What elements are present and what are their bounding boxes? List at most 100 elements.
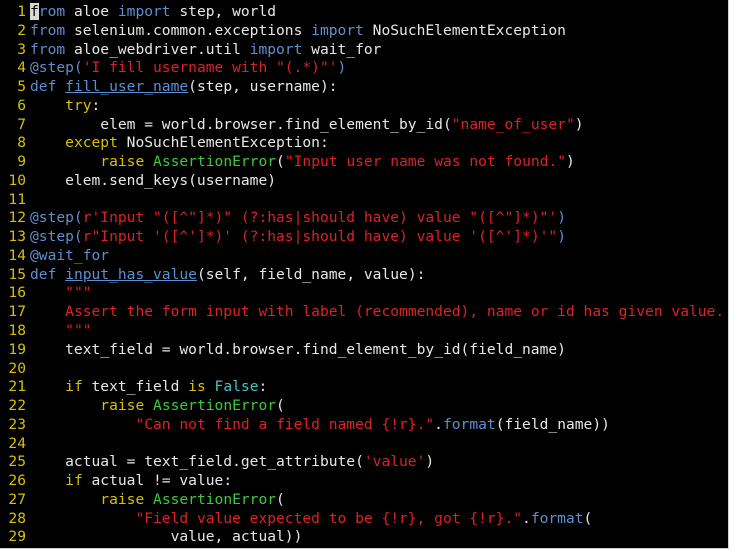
code-token-plain: ) xyxy=(566,153,575,171)
code-line[interactable]: 22 raise AssertionError( xyxy=(0,397,728,416)
code-line[interactable]: 28 "Field value expected to be {!r}, got… xyxy=(0,510,728,529)
code-token-keyword2: if xyxy=(65,472,83,490)
code-line[interactable]: 19 text_field = world.browser.find_eleme… xyxy=(0,341,728,360)
code-line[interactable]: 17 Assert the form input with label (rec… xyxy=(0,303,728,322)
code-text: raise AssertionError( xyxy=(30,397,728,416)
code-token-plain: : xyxy=(258,378,268,396)
line-number: 20 xyxy=(8,359,26,377)
code-text: @wait_for xyxy=(30,247,728,266)
code-line[interactable]: 27 raise AssertionError( xyxy=(0,491,728,510)
code-line[interactable]: 4 @step('I fill username with "(.*)"') xyxy=(0,59,728,78)
code-text: elem = world.browser.find_element_by_id(… xyxy=(30,116,728,135)
code-text: from aloe_webdriver.util import wait_for xyxy=(30,41,728,60)
code-line[interactable]: 29 value, actual)) xyxy=(0,528,728,547)
code-text: text_field = world.browser.find_element_… xyxy=(30,341,728,360)
line-number: 5 xyxy=(17,78,26,96)
code-line[interactable]: 3 from aloe_webdriver.util import wait_fo… xyxy=(0,41,728,60)
code-text: "Can not find a field named {!r}.".forma… xyxy=(30,416,728,435)
code-token-keyword: from xyxy=(30,40,66,58)
line-number: 25 xyxy=(8,453,26,471)
code-line[interactable]: 16 """ xyxy=(0,284,728,303)
code-text: value, actual)) xyxy=(30,528,728,547)
line-number: 15 xyxy=(8,265,26,283)
code-token-keyword: def xyxy=(30,265,57,283)
code-token-plain: step, world xyxy=(170,3,277,20)
code-token-decorator: @step( xyxy=(30,228,83,246)
code-text: elem.send_keys(username) xyxy=(30,172,728,191)
code-token-string: r"Input '([^']*)' (?:has|should have) va… xyxy=(82,228,558,246)
code-token-string: Assert the form input with label (recomm… xyxy=(65,303,725,321)
code-area[interactable]: 1 from aloe import step, world 2 from selen… xyxy=(0,3,728,547)
code-token-decorator: ) xyxy=(557,209,566,227)
code-token-plain: text_field = world.browser.find_element_… xyxy=(30,340,566,358)
code-line[interactable]: 6 try: xyxy=(0,97,728,116)
line-number: 9 xyxy=(17,153,26,171)
line-number: 22 xyxy=(8,397,26,415)
code-line[interactable]: 1 from aloe import step, world xyxy=(0,3,728,22)
code-text: raise AssertionError( xyxy=(30,491,728,510)
code-token-keyword2: raise xyxy=(100,490,145,508)
line-number: 11 xyxy=(8,190,26,208)
code-token-plain: : xyxy=(91,96,101,114)
line-number: 7 xyxy=(17,115,26,133)
code-text: actual = text_field.get_attribute('value… xyxy=(30,453,728,472)
code-line[interactable]: 10 elem.send_keys(username) xyxy=(0,172,728,191)
code-text: def input_has_value(self, field_name, va… xyxy=(30,266,728,285)
code-line[interactable]: 7 elem = world.browser.find_element_by_i… xyxy=(0,116,728,135)
line-number: 24 xyxy=(8,434,26,452)
code-token-decorator: @step( xyxy=(30,209,83,227)
code-token-plain: ( xyxy=(276,153,285,171)
code-line[interactable]: 11 xyxy=(0,191,728,210)
code-token-keyword: import xyxy=(249,40,303,58)
line-number: 14 xyxy=(8,246,26,264)
code-token-plain: value, actual)) xyxy=(30,528,303,546)
code-line[interactable]: 21 if text_field is False: xyxy=(0,378,728,397)
code-token-plain: ) xyxy=(425,453,435,471)
code-token-keyword: import xyxy=(311,21,364,39)
code-token-string: "Field value expected to be {!r}, got {!… xyxy=(135,509,523,527)
code-token-string: "Can not find a field named {!r}." xyxy=(135,415,435,433)
line-number: 18 xyxy=(8,322,26,340)
code-token-plain: selenium.common.exceptions xyxy=(65,21,312,39)
code-text: "Field value expected to be {!r}, got {!… xyxy=(30,510,728,529)
code-line[interactable]: 24 xyxy=(0,435,728,454)
code-token-plain: ( xyxy=(583,509,593,527)
line-number: 29 xyxy=(8,528,26,546)
line-number: 28 xyxy=(8,509,26,527)
code-line[interactable]: 25 actual = text_field.get_attribute('va… xyxy=(0,453,728,472)
line-number: 8 xyxy=(17,134,26,152)
code-text: @step('I fill username with "(.*)"') xyxy=(30,59,728,78)
code-editor[interactable]: 1 from aloe import step, world 2 from selen… xyxy=(0,0,729,549)
code-line[interactable]: 12 @step(r'Input "([^"]*)" (?:has|should … xyxy=(0,209,728,228)
line-number: 21 xyxy=(8,378,26,396)
code-token-plain: ( xyxy=(276,397,285,415)
code-token-keyword2: is xyxy=(188,378,206,396)
code-token-keyword2: if xyxy=(65,378,83,396)
code-text: if text_field is False: xyxy=(30,378,728,397)
code-line[interactable]: 23 "Can not find a field named {!r}.".fo… xyxy=(0,416,728,435)
code-token-exception: AssertionError xyxy=(153,490,277,508)
code-token-exception: AssertionError xyxy=(153,153,277,171)
code-line[interactable]: 26 if actual != value: xyxy=(0,472,728,491)
code-line[interactable]: 18 """ xyxy=(0,322,728,341)
code-line[interactable]: 20 xyxy=(0,360,728,379)
code-text: @step(r'Input "([^"]*)" (?:has|should ha… xyxy=(30,209,728,228)
code-token-plain: wait_for xyxy=(302,40,382,58)
code-line[interactable]: 9 raise AssertionError("Input user name … xyxy=(0,153,728,172)
code-line[interactable]: 15 def input_has_value(self, field_name, … xyxy=(0,266,728,285)
code-line[interactable]: 13 @step(r"Input '([^']*)' (?:has|should … xyxy=(0,228,728,247)
code-token-plain: . xyxy=(434,415,443,433)
code-token-plain: elem = world.browser.find_element_by_id( xyxy=(30,115,452,133)
code-token-decorator: ) xyxy=(337,59,347,77)
code-line[interactable]: 8 except NoSuchElementException: xyxy=(0,134,728,153)
code-line[interactable]: 2 from selenium.common.exceptions import … xyxy=(0,22,728,41)
code-line[interactable]: 5 def fill_user_name(step, username): xyxy=(0,78,728,97)
code-line[interactable]: 14 @wait_for xyxy=(0,247,728,266)
